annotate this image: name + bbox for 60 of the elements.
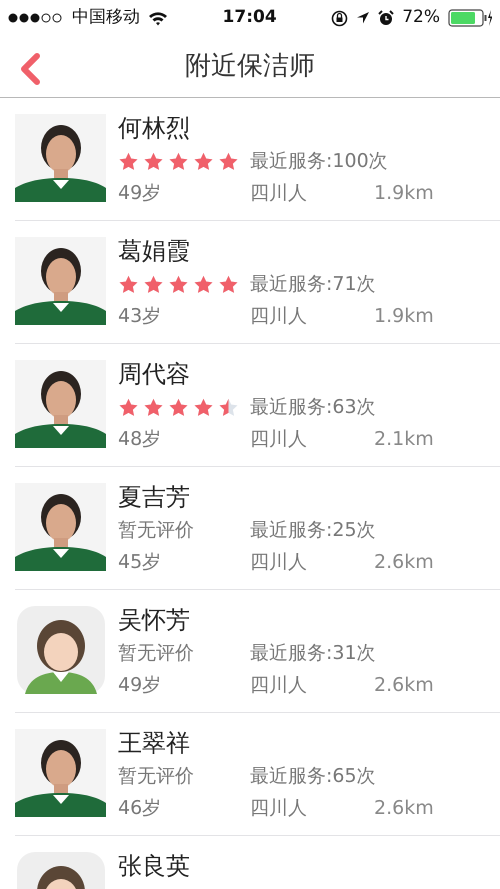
- service-count: 最近服务:65次: [250, 764, 376, 789]
- rating-text: 暂无评价: [118, 518, 194, 541]
- location-arrow-icon: [356, 11, 370, 25]
- distance-text: 2.6km: [374, 550, 434, 576]
- hometown-text: 四川人: [250, 797, 307, 820]
- age-text: 45岁: [118, 551, 162, 574]
- distance-text: 2.6km: [374, 796, 434, 822]
- star-icon: [193, 274, 214, 295]
- star-icon: [168, 274, 189, 295]
- service-count: 最近服务:71次: [250, 272, 376, 297]
- distance-text: 1.9km: [374, 304, 434, 330]
- hometown-text: 四川人: [250, 674, 307, 696]
- service-count: 最近服务:31次: [250, 640, 376, 666]
- cleaner-name: 吴怀芳: [118, 606, 191, 635]
- star-icon: [143, 274, 164, 295]
- age-text: 49岁: [118, 674, 162, 696]
- star-icon: [218, 274, 239, 295]
- battery-icon: [448, 9, 492, 27]
- age-text: 43岁: [118, 305, 162, 328]
- cleaner-name: 张良英: [118, 852, 191, 881]
- cleaner-name: 周代容: [118, 360, 191, 389]
- distance-text: 2.6km: [374, 673, 434, 698]
- back-button[interactable]: [18, 52, 42, 86]
- page-title: 附近保洁师: [185, 50, 315, 82]
- hometown-text: 四川人: [250, 182, 307, 204]
- distance-text: 1.9km: [374, 181, 434, 206]
- star-icon: [168, 150, 189, 172]
- carrier-text: 中国移动: [72, 6, 140, 30]
- service-count: 最近服务:25次: [250, 518, 376, 543]
- distance-text: 2.1km: [374, 427, 434, 452]
- age-text: 49岁: [118, 182, 162, 204]
- star-icon: [218, 150, 239, 172]
- star-icon: [143, 396, 164, 418]
- service-count: 最近服务:63次: [250, 394, 376, 420]
- star-icon: [218, 396, 239, 418]
- star-icon: [118, 150, 139, 172]
- rating-text: 暂无评价: [118, 764, 194, 787]
- service-count: 最近服务:100次: [250, 148, 388, 174]
- cleaner-name: 葛娟霞: [118, 237, 191, 266]
- signal-icon: [8, 13, 64, 23]
- star-icon: [118, 274, 139, 295]
- battery-percent: 72%: [402, 6, 440, 30]
- hometown-text: 四川人: [250, 305, 307, 328]
- star-icon: [168, 396, 189, 418]
- hometown-text: 四川人: [250, 551, 307, 574]
- alarm-clock-icon: [378, 10, 394, 26]
- rotation-lock-icon: [331, 10, 348, 26]
- cleaner-name: 何林烈: [118, 114, 191, 143]
- age-text: 48岁: [118, 428, 162, 450]
- age-text: 46岁: [118, 797, 162, 820]
- cleaner-name: 夏吉芳: [118, 483, 191, 512]
- star-icon: [118, 396, 139, 418]
- rating-text: 暂无评价: [118, 642, 194, 664]
- cleaner-name: 王翠祥: [118, 729, 191, 758]
- wifi-icon: [148, 10, 168, 26]
- star-icon: [193, 396, 214, 418]
- time-text: 17:04: [222, 6, 277, 30]
- hometown-text: 四川人: [250, 428, 307, 450]
- star-icon: [143, 150, 164, 172]
- star-icon: [193, 150, 214, 172]
